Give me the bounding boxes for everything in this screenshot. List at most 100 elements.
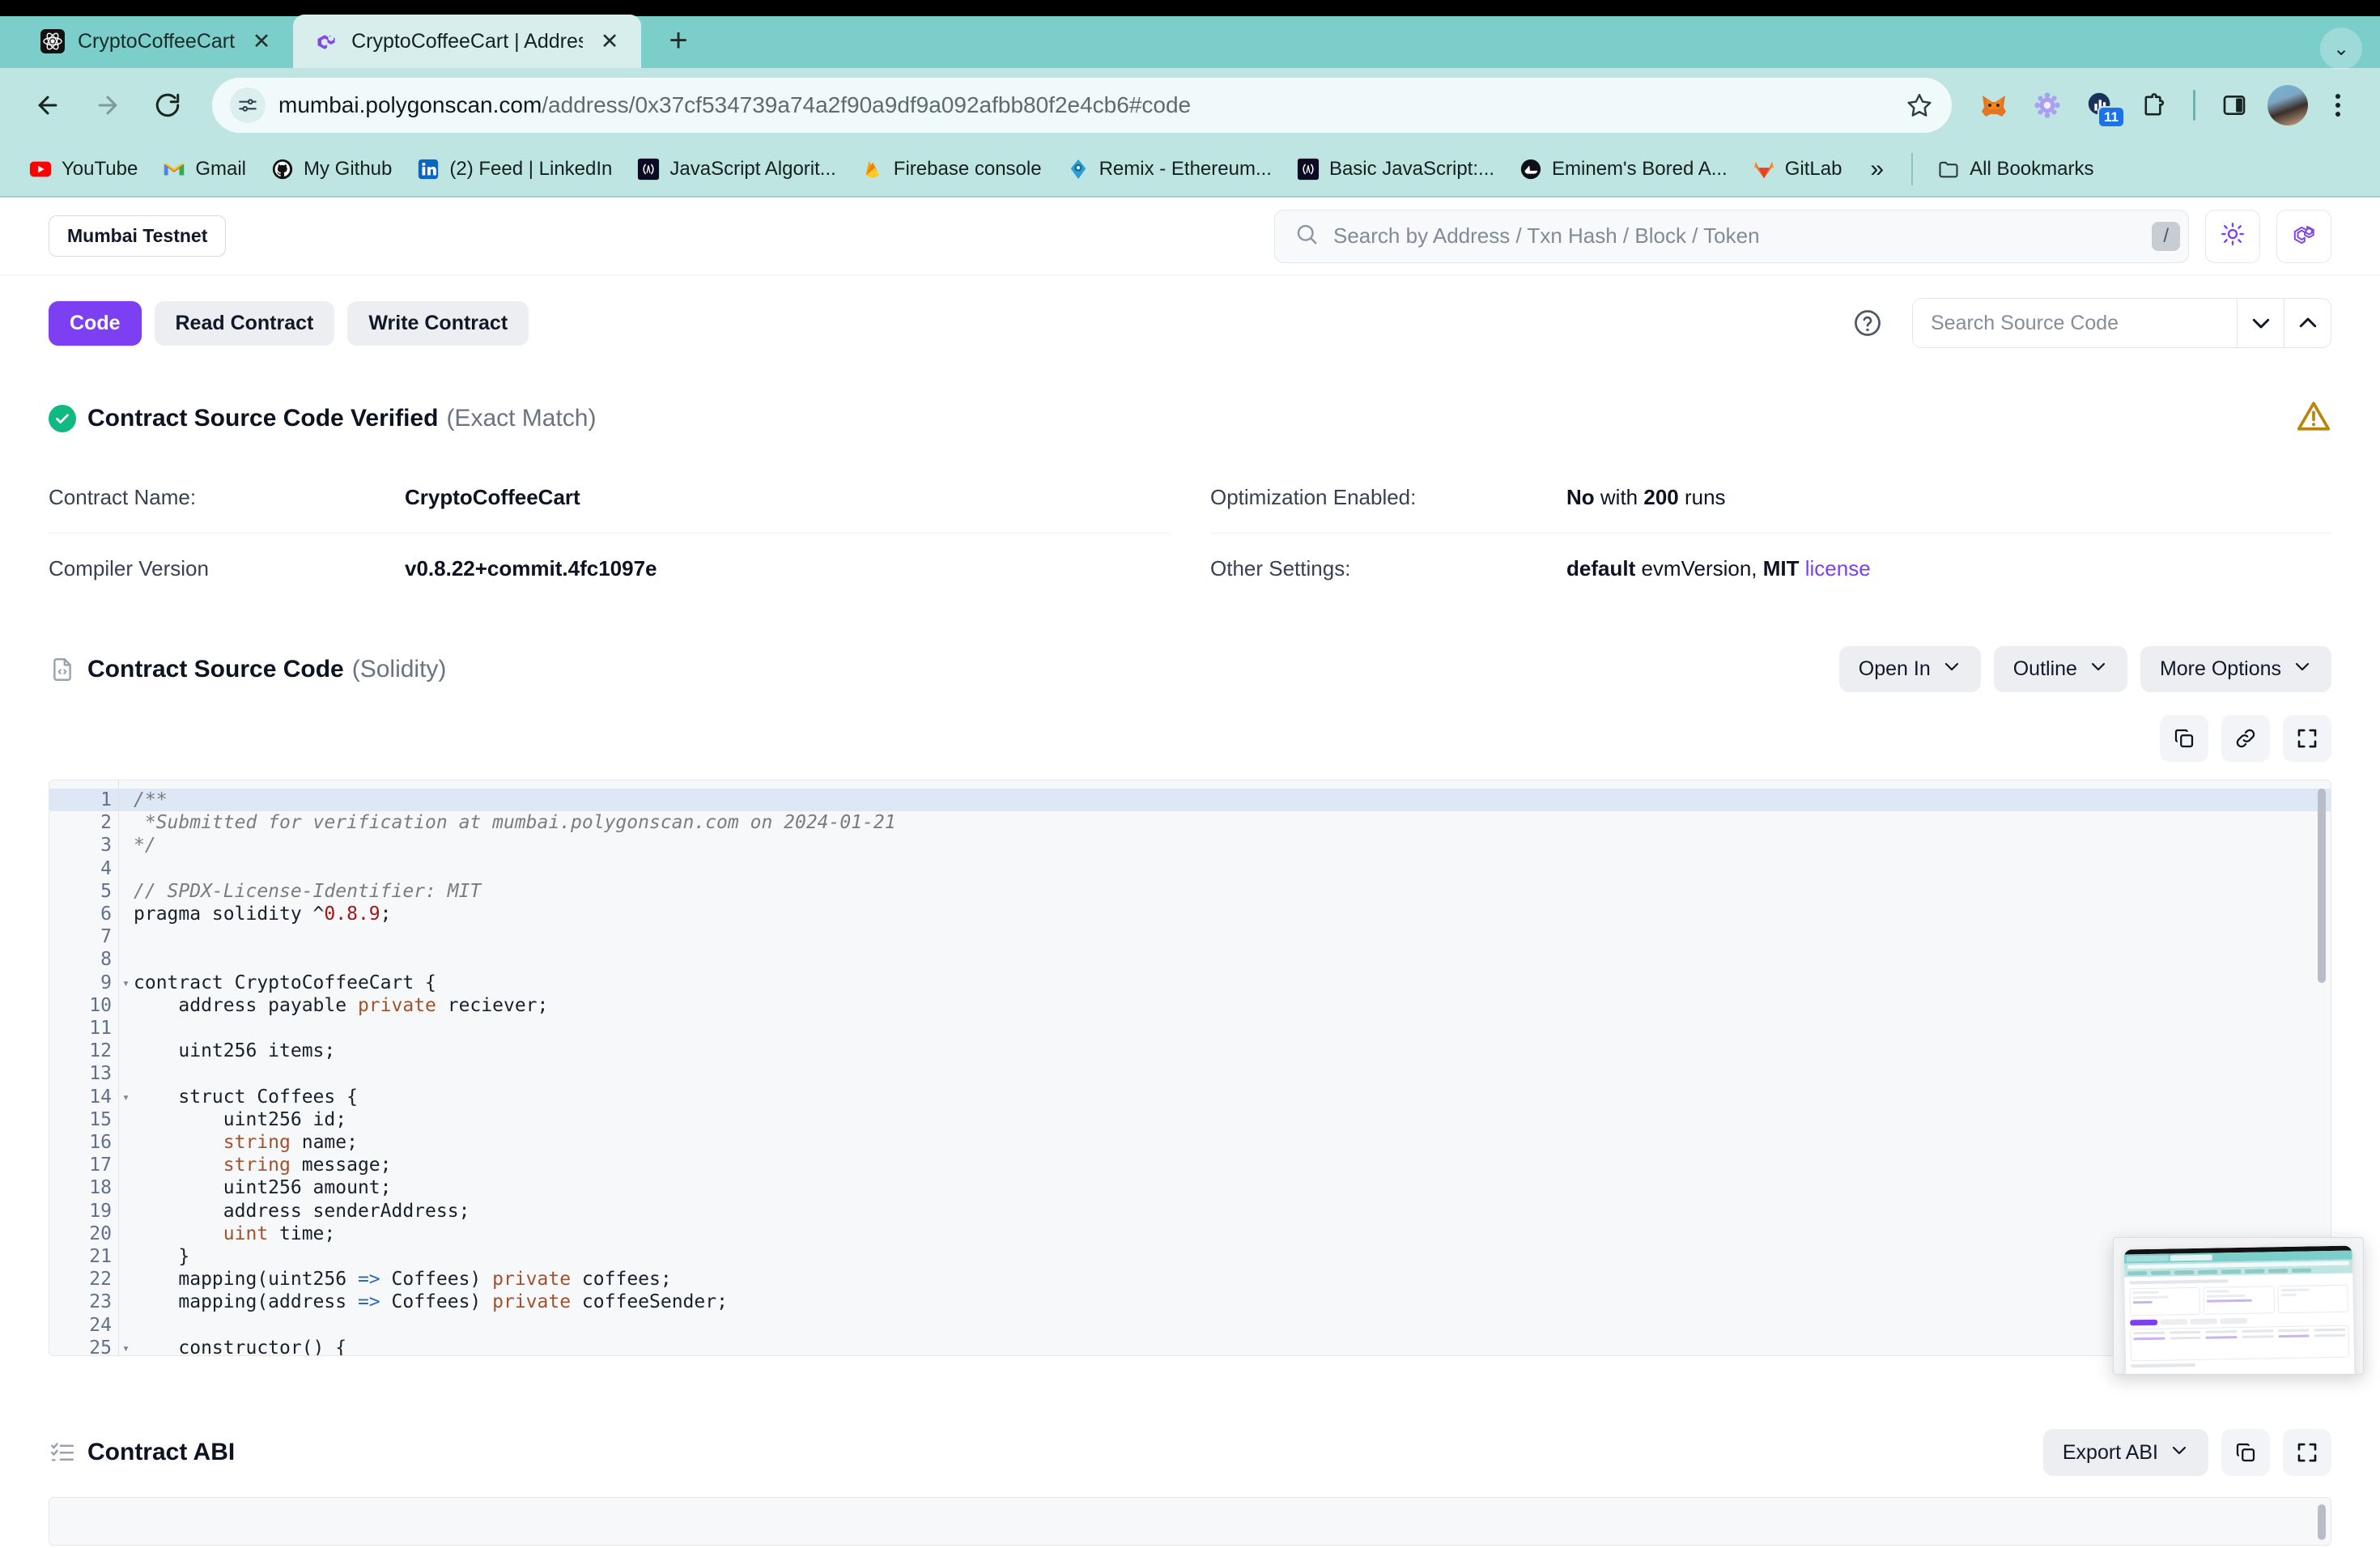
analytics-extension-icon[interactable]: 11 [2076, 81, 2125, 130]
outline-button[interactable]: Outline [1993, 646, 2127, 692]
all-bookmarks-button[interactable]: All Bookmarks [1926, 151, 2104, 187]
bookmark-label: GitLab [1784, 158, 1842, 180]
open-in-label: Open In [1858, 657, 1931, 680]
tab-code[interactable]: Code [49, 300, 142, 346]
linkedin-icon [416, 157, 440, 181]
bookmark-remix-ethereum[interactable]: Remix - Ethereum... [1056, 151, 1282, 187]
preview-pill [2220, 1317, 2248, 1325]
metadata-value: CryptoCoffeeCart [405, 485, 580, 509]
more-options-button[interactable]: More Options [2140, 646, 2331, 692]
chevron-down-icon [2170, 1440, 2189, 1465]
preview-screenshot [2123, 1245, 2355, 1374]
forward-icon[interactable] [81, 79, 134, 132]
search-input[interactable] [1333, 223, 2138, 249]
source-search-input[interactable] [1913, 299, 2237, 347]
bookmark-firebase-console[interactable]: Firebase console [850, 151, 1052, 187]
url-path: /address/0x37cf534739a74a2f90a9df9a092af… [542, 92, 1192, 117]
site-search[interactable]: / [1274, 209, 2189, 263]
bookmark-label: My Github [303, 158, 393, 180]
tab-read-contract[interactable]: Read Contract [154, 300, 335, 346]
network-badge[interactable]: Mumbai Testnet [49, 215, 227, 257]
metadata-label: Contract Name: [49, 485, 197, 509]
polygon-logo-button[interactable] [2276, 209, 2331, 263]
line-number: 17 [89, 1155, 112, 1176]
bookmark-youtube[interactable]: YouTube [18, 151, 148, 187]
expand-icon[interactable] [2283, 1429, 2331, 1476]
warning-triangle-icon[interactable] [2296, 398, 2331, 438]
polygon-logo-icon [2291, 221, 2317, 251]
tab-write-contract[interactable]: Write Contract [347, 300, 529, 346]
list-check-icon [49, 1439, 76, 1466]
verified-banner: Contract Source Code Verified (Exact Mat… [49, 398, 2331, 438]
bookmark-javascript-algorithms[interactable]: JavaScript Algorit... [626, 151, 846, 187]
preview-card [2277, 1284, 2348, 1314]
close-icon[interactable]: ✕ [248, 28, 275, 55]
line-number: 16 [89, 1132, 112, 1154]
code-lines[interactable]: /** *Submitted for verification at mumba… [119, 780, 2331, 1355]
scrollbar-thumb[interactable] [2318, 789, 2326, 983]
abi-scrollbar-thumb[interactable] [2318, 1504, 2326, 1540]
line-number: 1 [49, 789, 130, 811]
question-circle-icon[interactable] [1849, 304, 1886, 342]
line-number: 20 [89, 1223, 112, 1244]
line-number: 21 [89, 1246, 112, 1268]
extensions-puzzle-icon[interactable] [2130, 81, 2178, 130]
new-tab-button[interactable]: + [656, 18, 701, 63]
bookmark-my-github[interactable]: My Github [260, 151, 402, 187]
back-icon[interactable] [21, 79, 74, 132]
window-menu-button[interactable]: ⌄ [2320, 28, 2362, 70]
bookmark-gitlab[interactable]: GitLab [1741, 151, 1853, 187]
code-line: // SPDX-License-Identifier: MIT [134, 880, 482, 902]
address-bar[interactable]: mumbai.polygonscan.com/address/0x37cf534… [212, 78, 1952, 133]
license-link[interactable]: license [1800, 556, 1871, 580]
line-number: 23 [89, 1291, 112, 1313]
metadata-column-left: Contract Name: CryptoCoffeeCart Compiler… [49, 462, 1170, 604]
reload-icon[interactable] [141, 79, 194, 132]
bookmark-star-icon[interactable] [1898, 84, 1940, 126]
side-panel-icon[interactable] [2210, 81, 2259, 130]
source-code-search[interactable] [1912, 298, 2331, 348]
source-code-editor[interactable]: 1234567891011121314151617181920212223242… [49, 780, 2331, 1356]
avatar[interactable] [2263, 81, 2312, 130]
bookmark-linkedin[interactable]: (2) Feed | LinkedIn [406, 151, 623, 187]
chevron-up-icon[interactable] [2284, 299, 2331, 347]
metadata-column-right: Optimization Enabled: No with 200 runs O… [1210, 462, 2331, 604]
export-abi-label: Export ABI [2062, 1440, 2158, 1464]
expand-icon[interactable] [2283, 715, 2331, 762]
browser-tab-2-title: CryptoCoffeeCart | Address 0 [351, 29, 583, 53]
page-preview-thumbnail[interactable] [2113, 1237, 2364, 1375]
bookmark-gmail[interactable]: Gmail [151, 151, 257, 187]
copy-icon[interactable] [2160, 715, 2208, 762]
site-settings-icon[interactable] [230, 87, 266, 123]
react-icon [40, 29, 65, 53]
theme-toggle-button[interactable] [2205, 209, 2260, 263]
chevron-down-icon [2089, 657, 2108, 682]
chrome-menu-icon[interactable] [2317, 84, 2359, 126]
copy-icon[interactable] [2221, 1429, 2270, 1476]
contract-abi-box[interactable] [49, 1497, 2331, 1546]
main-content: Code Read Contract Write Contract Search… [0, 275, 2380, 1546]
bookmark-basic-javascript[interactable]: Basic JavaScript:... [1286, 151, 1505, 187]
metadata-value-bold: default [1566, 556, 1636, 580]
folder-icon [1936, 157, 1961, 181]
phantom-extension-icon[interactable] [2023, 81, 2072, 130]
youtube-icon [28, 157, 53, 181]
metamask-extension-icon[interactable] [1970, 81, 2018, 130]
search-shortcut-key: / [2152, 221, 2180, 251]
chevron-down-icon[interactable] [2237, 299, 2284, 347]
preview-table [2130, 1325, 2349, 1362]
site-header: Mumbai Testnet / [0, 198, 2380, 275]
code-line: uint256 id; [134, 1108, 347, 1130]
close-icon[interactable]: ✕ [596, 28, 623, 55]
bookmarks-overflow-button[interactable]: » [1855, 155, 1898, 183]
preview-pill [2130, 1319, 2158, 1326]
verified-subtitle: (Exact Match) [446, 404, 597, 432]
bookmarks-bar: YouTube Gmail My Github (2) Feed | Linke… [0, 142, 2380, 198]
open-in-button[interactable]: Open In [1838, 646, 1981, 692]
link-icon[interactable] [2221, 715, 2270, 762]
browser-tab-1[interactable]: CryptoCoffeeCart ✕ [19, 15, 293, 68]
export-abi-button[interactable]: Export ABI [2042, 1429, 2208, 1476]
browser-tab-2[interactable]: CryptoCoffeeCart | Address 0 ✕ [293, 15, 642, 68]
bookmark-eminems-bored-ape[interactable]: Eminem's Bored A... [1508, 151, 1738, 187]
